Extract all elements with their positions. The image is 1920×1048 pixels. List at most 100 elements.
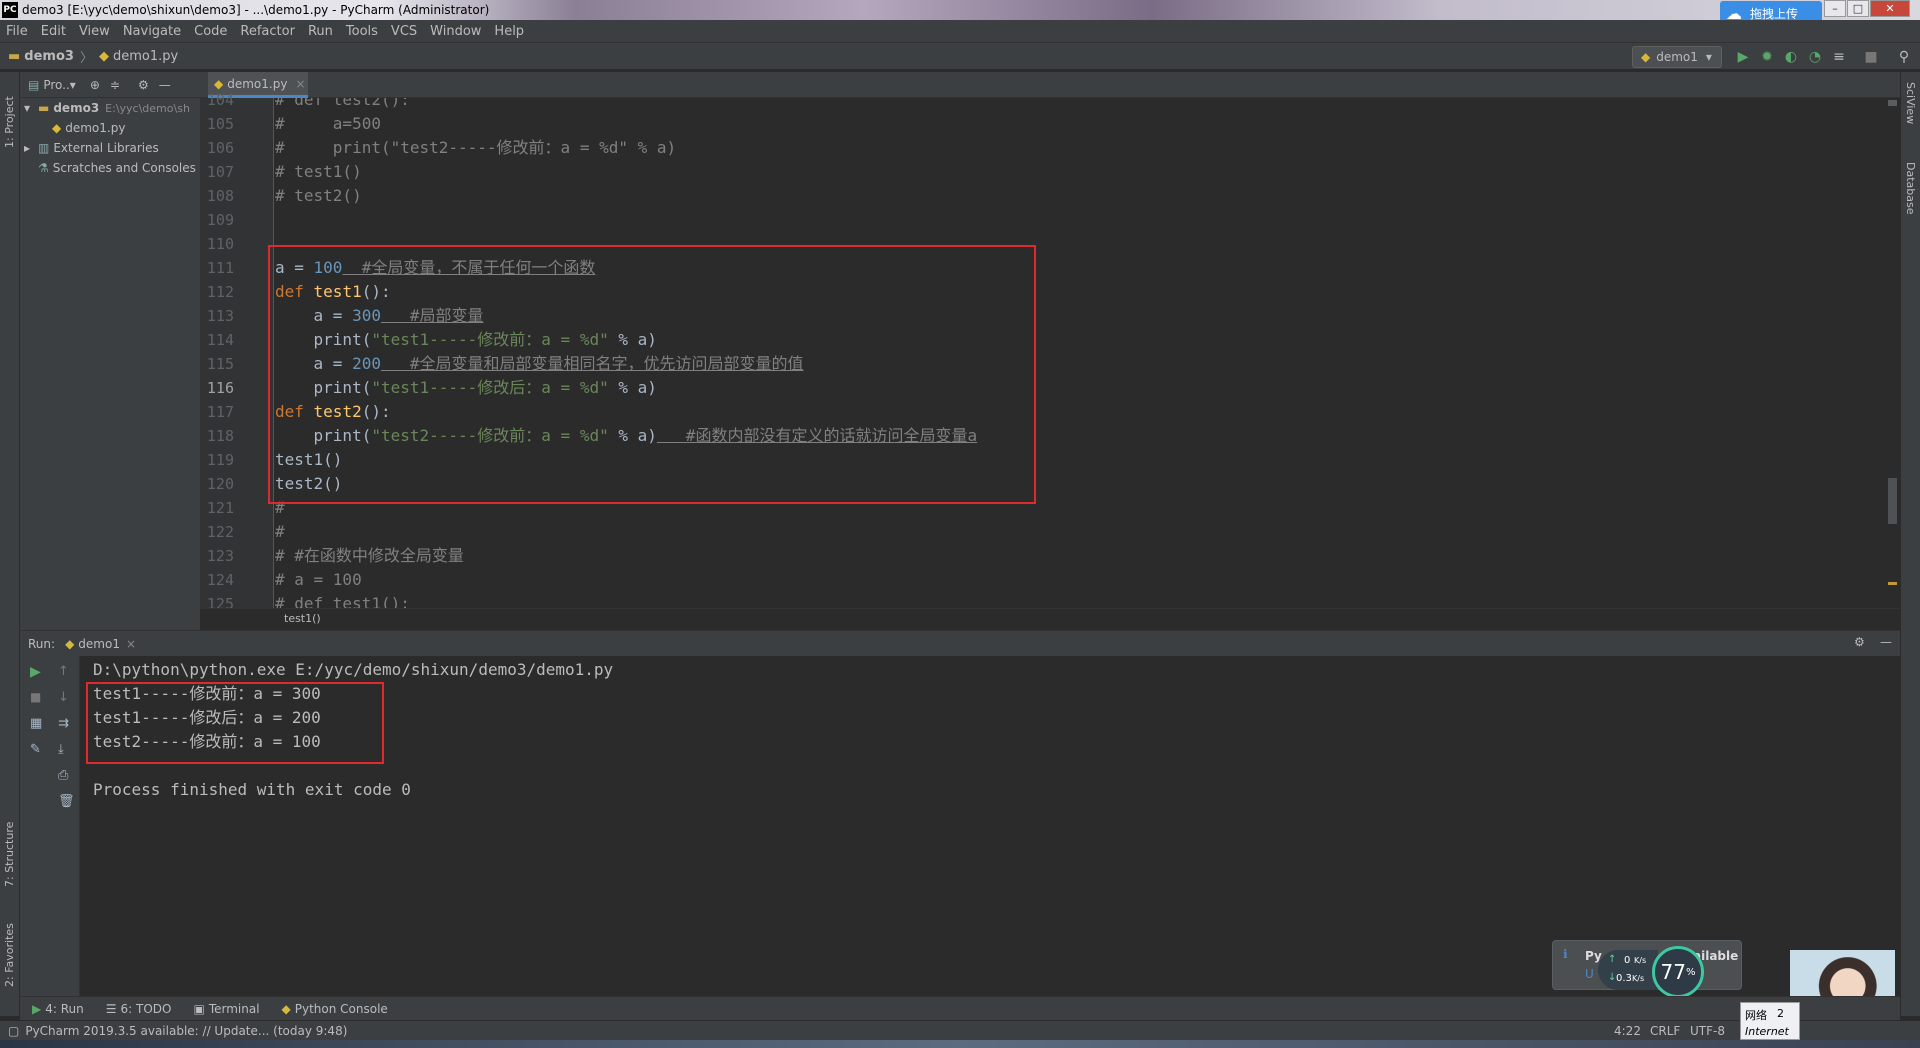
scroll-thumb[interactable] bbox=[1888, 478, 1897, 524]
run-toolbar: ▶ ■ ▦ ✎ ↑ ↓ ⇉ ⤓ ⎙ 🗑 bbox=[20, 656, 80, 996]
tree-item-demo3[interactable]: ▾ ▬ demo3 E:\yyc\demo\sh bbox=[24, 98, 190, 118]
bottom-tab-todo[interactable]: 6: TODO bbox=[121, 1002, 172, 1016]
print-icon[interactable]: ⎙ bbox=[58, 768, 68, 783]
line-separator[interactable]: CRLF bbox=[1650, 1024, 1680, 1038]
code-line-123: # #在函数中修改全局变量 bbox=[275, 546, 464, 565]
project-view-icon: ▤ bbox=[28, 77, 40, 92]
menu-help[interactable]: Help bbox=[488, 24, 531, 39]
terminal-icon: ▣ bbox=[193, 1001, 205, 1016]
favorites-tool-tab[interactable]: 2: Favorites bbox=[3, 907, 16, 987]
file-encoding[interactable]: UTF-8 bbox=[1690, 1024, 1725, 1038]
tree-item-scratches[interactable]: ⚗ Scratches and Consoles bbox=[38, 158, 196, 178]
nav-file[interactable]: demo1.py bbox=[113, 49, 178, 64]
left-tool-strip: 1: Project 7: Structure 2: Favorites bbox=[0, 72, 20, 1016]
run-icon[interactable]: ▶ bbox=[1734, 48, 1752, 66]
console-finish: Process finished with exit code 0 bbox=[93, 780, 411, 799]
net-up-value: 0 bbox=[1624, 955, 1631, 966]
net-up-unit: K/s bbox=[1634, 956, 1647, 965]
code-line-107: # test1() bbox=[275, 162, 362, 181]
caret-position[interactable]: 4:22 bbox=[1614, 1024, 1641, 1038]
line-number: 120 bbox=[206, 475, 234, 493]
run-list-icon[interactable]: ≡ bbox=[1830, 48, 1848, 66]
menu-code[interactable]: Code bbox=[188, 24, 234, 39]
ime-sub: Internet bbox=[1745, 1025, 1789, 1038]
scratches-icon: ⚗ bbox=[38, 161, 49, 175]
debug-icon[interactable]: ✹ bbox=[1758, 48, 1776, 66]
run-tab-label[interactable]: demo1 bbox=[78, 637, 120, 651]
editor-scrollbar[interactable] bbox=[1885, 98, 1900, 608]
close-tab-icon[interactable]: × bbox=[295, 77, 305, 91]
stop-icon[interactable]: ■ bbox=[30, 690, 41, 704]
stop-icon[interactable]: ■ bbox=[1862, 48, 1880, 66]
window-titlebar: PC demo3 [E:\yyc\demo\shixun\demo3] - ..… bbox=[0, 0, 1920, 20]
search-icon[interactable]: ⚲ bbox=[1895, 48, 1913, 66]
gauge-value: 77 bbox=[1660, 960, 1686, 984]
menu-run[interactable]: Run bbox=[302, 24, 340, 39]
net-down-value: 0.3 bbox=[1616, 973, 1632, 984]
code-line-124: # a = 100 bbox=[275, 570, 362, 589]
maximize-button[interactable]: □ bbox=[1847, 0, 1869, 17]
menu-navigate[interactable]: Navigate bbox=[117, 24, 188, 39]
hide-icon[interactable]: — bbox=[159, 78, 171, 92]
run-config-label: demo1 bbox=[1656, 50, 1698, 64]
pin-icon[interactable]: ✎ bbox=[30, 742, 41, 757]
rerun-icon[interactable]: ▶ bbox=[30, 664, 41, 680]
layout-icon[interactable]: ▦ bbox=[30, 716, 42, 731]
editor-tab-bar bbox=[200, 72, 1900, 98]
bottom-tool-bar: ▶ 4: Run ☰ 6: TODO ▣ Terminal ◆ Python C… bbox=[20, 996, 1900, 1020]
console-highlight-box bbox=[86, 682, 384, 764]
menu-tools[interactable]: Tools bbox=[340, 24, 385, 39]
line-number: 107 bbox=[206, 163, 234, 181]
locate-icon[interactable]: ⊕ bbox=[90, 78, 100, 92]
menu-refactor[interactable]: Refactor bbox=[234, 24, 302, 39]
gear-icon[interactable]: ⚙ bbox=[138, 78, 149, 92]
menu-file[interactable]: File bbox=[0, 24, 35, 39]
notification-link[interactable]: U bbox=[1585, 967, 1594, 981]
coverage-icon[interactable]: ◐ bbox=[1782, 48, 1800, 66]
chevron-right-icon: 〉 bbox=[79, 50, 93, 66]
tree-item-demo1[interactable]: ◆ demo1.py bbox=[52, 118, 125, 138]
hide-icon[interactable]: — bbox=[1880, 635, 1892, 649]
menu-window[interactable]: Window bbox=[424, 24, 488, 39]
close-button[interactable]: ✕ bbox=[1870, 0, 1910, 17]
arrow-down-icon[interactable]: ↓ bbox=[58, 690, 69, 705]
code-line-105: # a=500 bbox=[275, 114, 381, 133]
status-message[interactable]: PyCharm 2019.3.5 available: // Update...… bbox=[25, 1024, 347, 1038]
soft-wrap-icon[interactable]: ⇉ bbox=[58, 716, 69, 731]
project-view-select[interactable]: Pro..▾ bbox=[43, 78, 75, 92]
tree-item-external-libraries[interactable]: ▸ ▥ External Libraries bbox=[24, 138, 159, 158]
minimize-button[interactable]: – bbox=[1824, 0, 1846, 17]
breadcrumb-function[interactable]: test1() bbox=[284, 612, 321, 625]
collapse-icon[interactable]: ≑ bbox=[110, 78, 120, 92]
menu-edit[interactable]: Edit bbox=[35, 24, 73, 39]
python-file-icon: ◆ bbox=[98, 48, 109, 64]
line-number: 110 bbox=[206, 235, 234, 253]
status-bar: ▢ PyCharm 2019.3.5 available: // Update.… bbox=[0, 1020, 1920, 1040]
folder-icon: ▬ bbox=[38, 101, 50, 115]
line-number: 109 bbox=[206, 211, 234, 229]
gear-icon[interactable]: ⚙ bbox=[1854, 635, 1865, 649]
menu-view[interactable]: View bbox=[73, 24, 117, 39]
arrow-up-icon[interactable]: ↑ bbox=[58, 664, 69, 679]
profile-icon[interactable]: ◔ bbox=[1806, 48, 1824, 66]
sciview-tool-tab[interactable]: SciView bbox=[1904, 82, 1917, 142]
chevron-down-icon: ▾ bbox=[1705, 50, 1712, 64]
bottom-tab-run[interactable]: 4: Run bbox=[45, 1002, 84, 1016]
ime-count: 2 bbox=[1777, 1007, 1784, 1020]
bottom-tab-terminal[interactable]: Terminal bbox=[209, 1002, 260, 1016]
line-number: 112 bbox=[206, 283, 234, 301]
code-line-125: # def test1(): bbox=[275, 594, 410, 608]
trash-icon[interactable]: 🗑 bbox=[58, 794, 75, 809]
nav-project[interactable]: demo3 bbox=[24, 49, 74, 64]
database-tool-tab[interactable]: Database bbox=[1904, 162, 1917, 232]
scroll-to-end-icon[interactable]: ⤓ bbox=[58, 742, 64, 757]
close-tab-icon[interactable]: × bbox=[126, 637, 136, 651]
memory-gauge[interactable]: 77 % bbox=[1652, 946, 1704, 998]
structure-tool-tab[interactable]: 7: Structure bbox=[3, 807, 16, 887]
menu-vcs[interactable]: VCS bbox=[385, 24, 424, 39]
bottom-tab-python-console[interactable]: Python Console bbox=[295, 1002, 388, 1016]
run-config-select[interactable]: ◆ demo1 ▾ bbox=[1632, 46, 1722, 68]
editor-breadcrumb: test1() bbox=[200, 608, 1900, 628]
project-tool-tab[interactable]: 1: Project bbox=[3, 78, 16, 148]
folder-icon: ▬ bbox=[8, 48, 21, 64]
